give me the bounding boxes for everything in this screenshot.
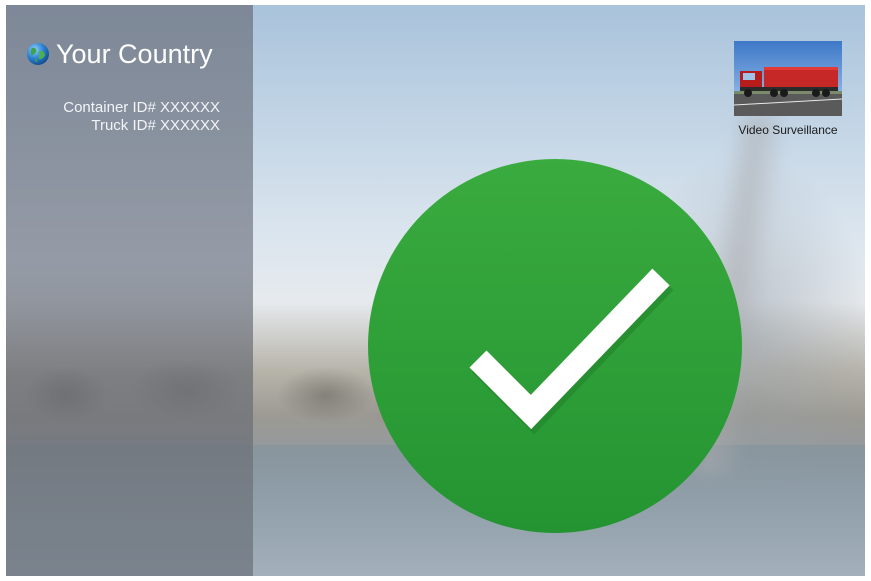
- globe-icon: [27, 43, 49, 65]
- clearance-screen: Your Country Container ID# XXXXXX Truck …: [6, 5, 865, 576]
- video-surveillance-thumbnail[interactable]: [734, 41, 842, 116]
- truck-id: Truck ID# XXXXXX: [91, 117, 220, 134]
- container-id: Container ID# XXXXXX: [63, 99, 220, 116]
- country-name: Your Country: [56, 39, 213, 69]
- info-sidebar: Your Country Container ID# XXXXXX Truck …: [6, 5, 253, 576]
- shipment-ids: Container ID# XXXXXX Truck ID# XXXXXX: [63, 99, 220, 135]
- country-header: Your Country: [26, 39, 213, 69]
- video-surveillance-label[interactable]: Video Surveillance: [718, 123, 858, 137]
- check-icon: [368, 159, 742, 533]
